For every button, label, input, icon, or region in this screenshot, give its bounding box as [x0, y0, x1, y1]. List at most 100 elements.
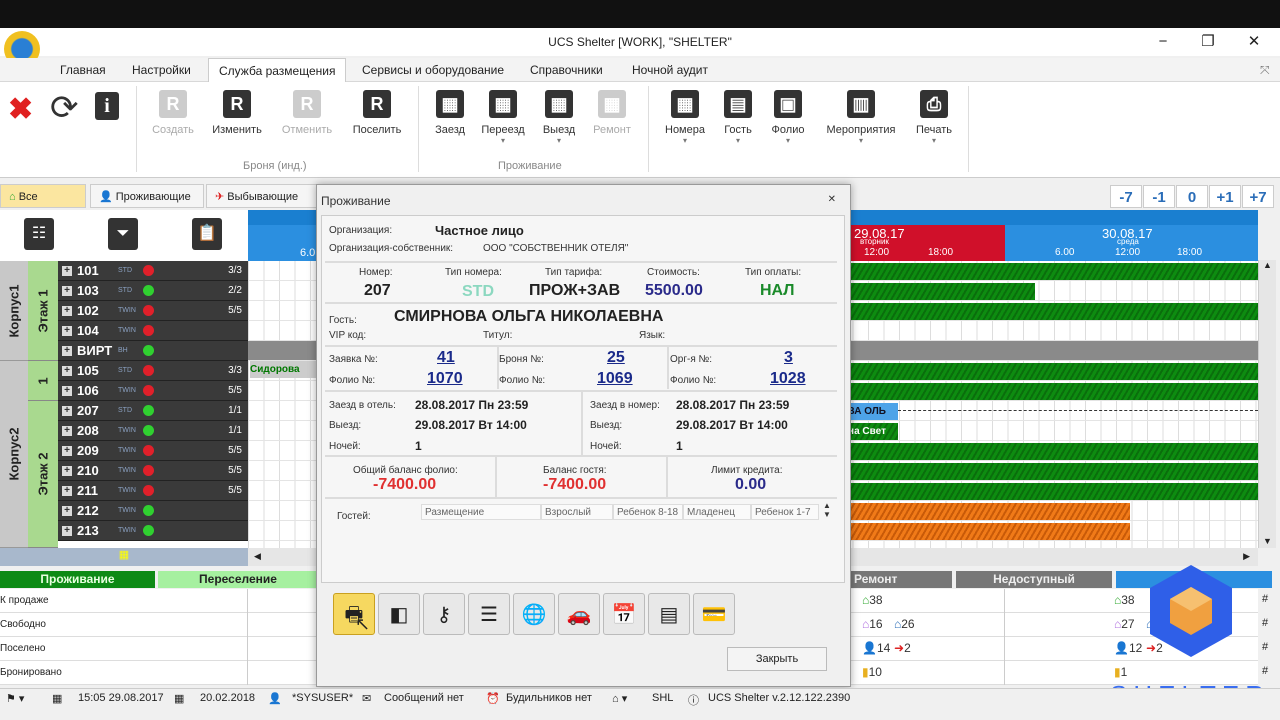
- expand-icon[interactable]: +: [62, 526, 72, 536]
- arrival-button[interactable]: ▦ Заезд: [420, 90, 480, 136]
- room-row[interactable]: +209 TWIN 5/5: [58, 441, 248, 461]
- reservation-bar[interactable]: [850, 383, 1258, 400]
- tab-references[interactable]: Справочники: [520, 58, 613, 83]
- collapse-ribbon-icon[interactable]: ⤧: [1250, 58, 1280, 83]
- filter-icon[interactable]: ⏷: [108, 218, 138, 250]
- refresh-icon[interactable]: ⟳: [50, 88, 79, 128]
- room-row[interactable]: + ВИРТ ВН: [58, 341, 248, 361]
- details-button[interactable]: #: [1262, 641, 1268, 653]
- request-folio-link[interactable]: 1070: [427, 370, 463, 388]
- details-button[interactable]: #: [1262, 593, 1268, 605]
- tab-services[interactable]: Сервисы и оборудование: [352, 58, 514, 83]
- room-row[interactable]: +212 TWIN: [58, 501, 248, 521]
- expand-icon[interactable]: +: [62, 266, 72, 276]
- tree-structure-icon[interactable]: ☷: [24, 218, 54, 250]
- expand-icon[interactable]: +: [62, 446, 72, 456]
- org-folio-link[interactable]: 1028: [770, 370, 806, 388]
- checklist-icon[interactable]: ☰: [468, 593, 510, 635]
- reservation-bar[interactable]: [850, 503, 1130, 520]
- dialog-close-icon[interactable]: ✕: [828, 194, 836, 205]
- layout-icon[interactable]: ◧: [378, 593, 420, 635]
- expand-icon[interactable]: +: [62, 426, 72, 436]
- expand-icon[interactable]: +: [62, 486, 72, 496]
- repair-button[interactable]: ▦ Ремонт: [582, 90, 642, 136]
- nav-plus-7-button[interactable]: +7: [1242, 185, 1274, 208]
- edit-booking-button[interactable]: R Изменить: [207, 90, 267, 136]
- reservation-bar[interactable]: [850, 303, 1258, 320]
- nav-plus-1-button[interactable]: +1: [1209, 185, 1241, 208]
- tab-accommodation[interactable]: Служба размещения: [208, 58, 347, 83]
- nav-today-button[interactable]: 0: [1176, 185, 1208, 208]
- org-number-link[interactable]: 3: [784, 349, 793, 367]
- request-number-link[interactable]: 41: [437, 349, 455, 367]
- scroll-right-icon[interactable]: ▶: [1243, 551, 1250, 562]
- key-icon[interactable]: ⚷: [423, 593, 465, 635]
- room-row[interactable]: +213 TWIN: [58, 521, 248, 541]
- message-icon[interactable]: ✉: [362, 692, 371, 705]
- room-row[interactable]: +207 STD 1/1: [58, 401, 248, 421]
- expand-icon[interactable]: +: [62, 406, 72, 416]
- card-icon[interactable]: ▤: [648, 593, 690, 635]
- reservation-bar[interactable]: [850, 363, 1258, 380]
- alarm-icon[interactable]: ⏰: [486, 692, 500, 705]
- column-settings-icon[interactable]: ▦: [0, 548, 248, 566]
- car-icon[interactable]: 🚗: [558, 593, 600, 635]
- expand-icon[interactable]: +: [62, 366, 72, 376]
- restore-button[interactable]: ❐: [1188, 28, 1228, 56]
- expand-icon[interactable]: +: [62, 306, 72, 316]
- room-row[interactable]: +104 TWIN: [58, 321, 248, 341]
- filter-departing[interactable]: ✈ Выбывающие: [206, 184, 318, 208]
- reservation-bar[interactable]: [850, 283, 1035, 300]
- info-icon[interactable]: i: [95, 92, 119, 120]
- scroll-up-icon[interactable]: ▲: [1259, 260, 1276, 270]
- clipboard-icon[interactable]: 📋: [192, 218, 222, 250]
- room-row[interactable]: +211 TWIN 5/5: [58, 481, 248, 501]
- filter-all[interactable]: ⌂ Все: [0, 184, 86, 208]
- room-row[interactable]: +208 TWIN 1/1: [58, 421, 248, 441]
- room-row[interactable]: +102 TWIN 5/5: [58, 301, 248, 321]
- expand-icon[interactable]: +: [62, 326, 72, 336]
- reservation-bar[interactable]: [850, 443, 1258, 460]
- expand-icon[interactable]: +: [62, 346, 72, 356]
- wallet-icon[interactable]: 💳: [693, 593, 735, 635]
- tab-settings[interactable]: Настройки: [122, 58, 201, 83]
- scroll-down-icon[interactable]: ▼: [1259, 536, 1276, 546]
- move-button[interactable]: ▦ Переезд ▾: [473, 90, 533, 145]
- room-row[interactable]: +210 TWIN 5/5: [58, 461, 248, 481]
- room-row[interactable]: +106 TWIN 5/5: [58, 381, 248, 401]
- calendar-person-icon[interactable]: 📅: [603, 593, 645, 635]
- booking-folio-link[interactable]: 1069: [597, 370, 633, 388]
- room-row[interactable]: +101 STD 3/3: [58, 261, 248, 281]
- globe-icon[interactable]: 🌐: [513, 593, 555, 635]
- expand-icon[interactable]: +: [62, 386, 72, 396]
- guests-spinner[interactable]: ▲ ▼: [823, 501, 831, 519]
- room-row[interactable]: +103 STD 2/2: [58, 281, 248, 301]
- reservation-bar[interactable]: [850, 523, 1130, 540]
- reservation-bar[interactable]: [850, 463, 1258, 480]
- nav-minus-7-button[interactable]: -7: [1110, 185, 1142, 208]
- expand-icon[interactable]: +: [62, 466, 72, 476]
- departure-button[interactable]: ▦ Выезд ▾: [529, 90, 589, 145]
- flag-icon[interactable]: ⚑ ▾: [6, 692, 24, 705]
- details-button[interactable]: #: [1262, 617, 1268, 629]
- folio-button[interactable]: ▣ Фолио ▾: [758, 90, 818, 145]
- room-row[interactable]: +105 STD 3/3: [58, 361, 248, 381]
- expand-icon[interactable]: +: [62, 506, 72, 516]
- events-button[interactable]: ▥ Мероприятия ▾: [818, 90, 904, 145]
- details-button[interactable]: #: [1262, 665, 1268, 677]
- close-dialog-button[interactable]: Закрыть: [727, 647, 827, 671]
- booking-number-link[interactable]: 25: [607, 349, 625, 367]
- reservation-bar[interactable]: Сидорова: [250, 361, 316, 378]
- rooms-button[interactable]: ▦ Номера ▾: [655, 90, 715, 145]
- check-in-booking-button[interactable]: R Поселить: [347, 90, 407, 136]
- vertical-scrollbar[interactable]: ▲ ▼: [1258, 260, 1276, 548]
- print-button[interactable]: ⎙ Печать ▾: [904, 90, 964, 145]
- reservation-bar[interactable]: [850, 263, 1258, 280]
- tab-night-audit[interactable]: Ночной аудит: [622, 58, 718, 83]
- messages-status[interactable]: Сообщений нет: [384, 692, 464, 704]
- expand-icon[interactable]: +: [62, 286, 72, 296]
- filter-residents[interactable]: 👤 Проживающие: [90, 184, 204, 208]
- close-button[interactable]: ✕: [1234, 28, 1274, 56]
- reservation-bar[interactable]: [850, 483, 1258, 500]
- scroll-left-icon[interactable]: ◀: [254, 551, 261, 562]
